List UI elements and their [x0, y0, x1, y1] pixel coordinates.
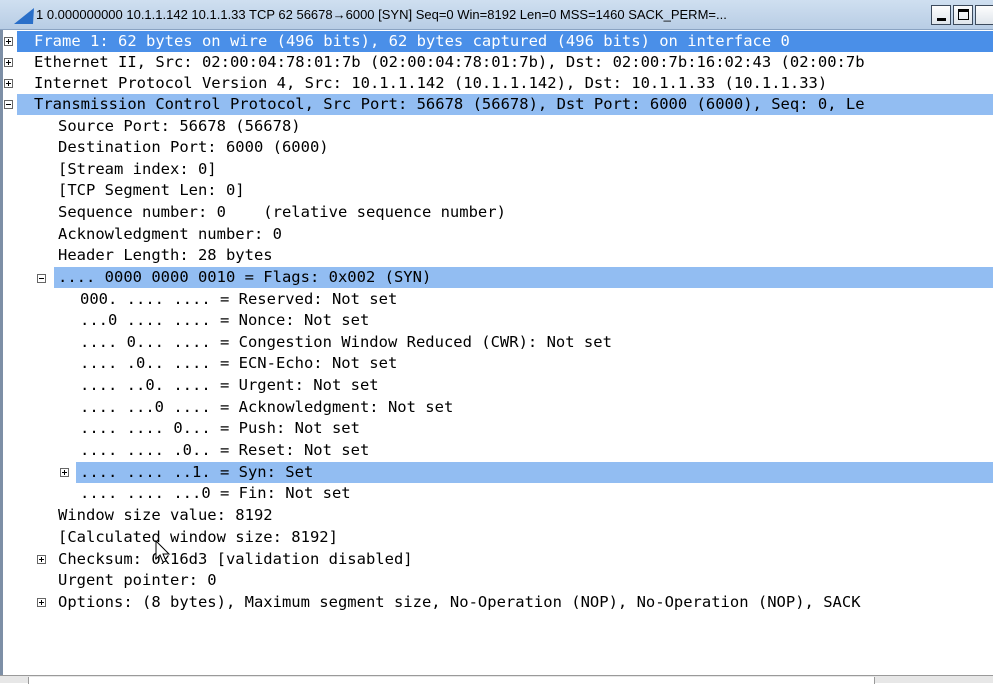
tree-row-flag-ack[interactable]: .... ...0 .... = Acknowledgment: Not set: [80, 397, 453, 418]
window-title: 1 0.000000000 10.1.1.142 10.1.1.33 TCP 6…: [36, 7, 727, 22]
maximize-button[interactable]: [953, 5, 973, 25]
tree-row-flag-fin[interactable]: .... .... ...0 = Fin: Not set: [80, 483, 351, 504]
tree-row-source-port[interactable]: Source Port: 56678 (56678): [58, 116, 301, 137]
tree-row-destination-port[interactable]: Destination Port: 6000 (6000): [58, 137, 329, 158]
tree-row-flag-reserved[interactable]: 000. .... .... = Reserved: Not set: [80, 289, 397, 310]
tree-row-flag-push[interactable]: .... .... 0... = Push: Not set: [80, 418, 360, 439]
close-button[interactable]: [975, 5, 993, 25]
maximize-icon: [958, 9, 969, 20]
tree-row-header-length[interactable]: Header Length: 28 bytes: [58, 245, 273, 266]
tree-row-urgent-pointer[interactable]: Urgent pointer: 0: [58, 570, 217, 591]
tree-row-stream-index[interactable]: [Stream index: 0]: [58, 159, 217, 180]
tree-row-sequence-number[interactable]: Sequence number: 0 (relative sequence nu…: [58, 202, 506, 223]
tree-row-calc-window-size[interactable]: [Calculated window size: 8192]: [58, 527, 338, 548]
tree-row-flag-ecn[interactable]: .... .0.. .... = ECN-Echo: Not set: [80, 353, 397, 374]
tree-row-options[interactable]: Options: (8 bytes), Maximum segment size…: [58, 592, 861, 613]
horizontal-scrollbar[interactable]: [0, 675, 993, 684]
tree-row-flag-cwr[interactable]: .... 0... .... = Congestion Window Reduc…: [80, 332, 612, 353]
tree-row-checksum[interactable]: Checksum: 0x16d3 [validation disabled]: [58, 549, 413, 570]
mouse-pointer-icon: [155, 540, 171, 563]
tree-row-frame[interactable]: Frame 1: 62 bytes on wire (496 bits), 62…: [17, 31, 993, 52]
tree-row-window-size[interactable]: Window size value: 8192: [58, 505, 273, 526]
collapse-icon[interactable]: [37, 274, 46, 283]
shark-fin-icon: [14, 8, 34, 24]
expand-icon[interactable]: [4, 37, 13, 46]
minimize-button[interactable]: [931, 5, 951, 25]
tree-row-flags[interactable]: .... 0000 0000 0010 = Flags: 0x002 (SYN): [54, 267, 993, 288]
title-bar: 1 0.000000000 10.1.1.142 10.1.1.33 TCP 6…: [0, 0, 993, 30]
tree-row-ipv4[interactable]: Internet Protocol Version 4, Src: 10.1.1…: [17, 73, 993, 94]
tree-row-flag-reset[interactable]: .... .... .0.. = Reset: Not set: [80, 440, 369, 461]
tree-row-ethernet[interactable]: Ethernet II, Src: 02:00:04:78:01:7b (02:…: [17, 52, 993, 73]
tree-row-flag-urgent[interactable]: .... ..0. .... = Urgent: Not set: [80, 375, 379, 396]
expand-icon[interactable]: [37, 598, 46, 607]
tree-row-ack-number[interactable]: Acknowledgment number: 0: [58, 224, 282, 245]
expand-icon[interactable]: [4, 79, 13, 88]
tree-row-segment-len[interactable]: [TCP Segment Len: 0]: [58, 180, 245, 201]
tree-row-flag-nonce[interactable]: ...0 .... .... = Nonce: Not set: [80, 310, 369, 331]
minimize-icon: [937, 18, 946, 21]
expand-icon[interactable]: [37, 555, 46, 564]
expand-icon[interactable]: [4, 58, 13, 67]
collapse-icon[interactable]: [4, 100, 13, 109]
tree-row-flag-syn[interactable]: .... .... ..1. = Syn: Set: [76, 462, 993, 483]
expand-icon[interactable]: [60, 468, 69, 477]
packet-details-tree: Frame 1: 62 bytes on wire (496 bits), 62…: [0, 30, 993, 675]
tree-row-tcp[interactable]: Transmission Control Protocol, Src Port:…: [17, 94, 993, 115]
